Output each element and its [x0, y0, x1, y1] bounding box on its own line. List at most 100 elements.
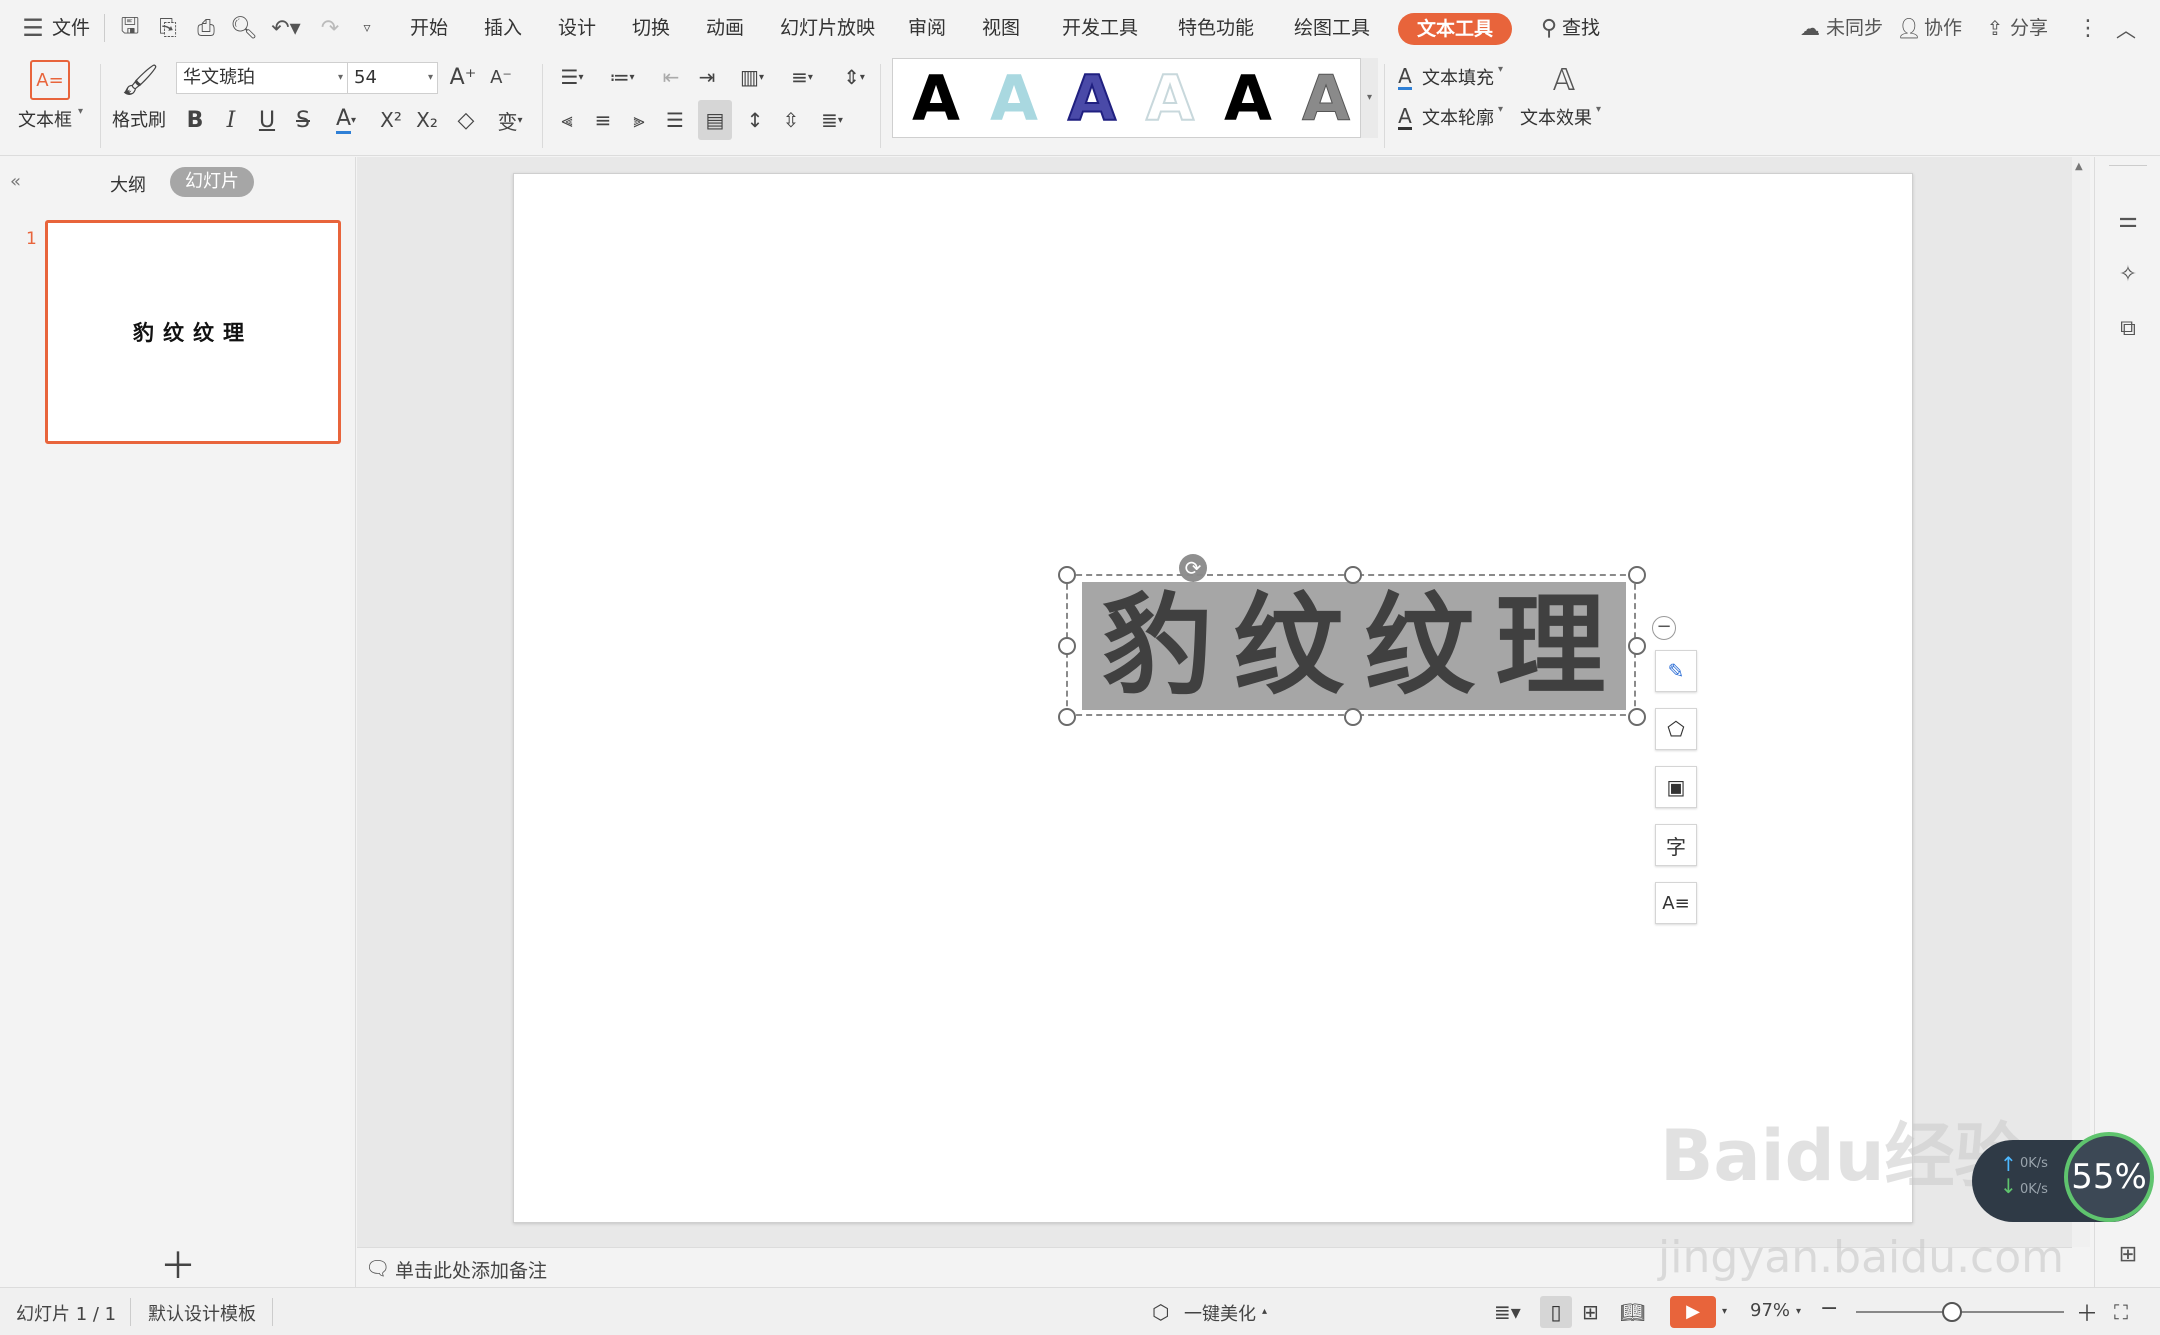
search-label[interactable]: 查找 — [1562, 10, 1600, 46]
clear-format-icon[interactable]: ◇ — [450, 102, 482, 138]
search-icon[interactable]: ⚲ — [1536, 14, 1562, 42]
tab-start[interactable]: 开始 — [410, 10, 448, 46]
resize-handle-se[interactable] — [1628, 708, 1646, 726]
chevron-up-icon[interactable]: ▴ — [1262, 1306, 1267, 1317]
text-effect-button[interactable]: 文本效果 — [1520, 104, 1592, 130]
print-icon[interactable]: ⎙ — [192, 14, 220, 42]
adjust-icon[interactable]: ⚌ — [2109, 201, 2147, 239]
format-painter-button[interactable]: 格式刷 — [112, 106, 166, 132]
resize-handle-w[interactable] — [1058, 637, 1076, 655]
wordart-style-black[interactable]: A — [901, 65, 971, 133]
gallery-expand-icon[interactable]: ▾ — [1360, 58, 1378, 138]
wordart-style-gray[interactable]: A — [1291, 64, 1361, 133]
notes-placeholder[interactable]: 单击此处添加备注 — [395, 1256, 547, 1283]
collapse-panel-icon[interactable]: « — [10, 171, 21, 192]
text-outline-button[interactable]: 文本轮廓 — [1422, 104, 1494, 130]
zoom-in-icon[interactable]: ＋ — [2076, 1296, 2098, 1328]
align-right-icon[interactable]: ⫸ — [624, 102, 654, 138]
tab-slides[interactable]: 幻灯片 — [170, 167, 254, 197]
shape-outline-icon[interactable]: ▣ — [1655, 766, 1697, 808]
decrease-font-icon[interactable]: A⁻ — [486, 62, 516, 92]
paragraph-spacing-icon[interactable]: ⇳ — [776, 102, 806, 138]
hamburger-icon[interactable]: ☰ — [20, 14, 46, 42]
shape-fill-icon[interactable]: ⬠ — [1655, 708, 1697, 750]
chevron-down-icon[interactable]: ▾ — [1498, 104, 1503, 115]
text-format-icon[interactable]: 字 — [1655, 824, 1697, 866]
tab-review[interactable]: 审阅 — [908, 10, 946, 46]
pen-style-icon[interactable]: ✎ — [1655, 650, 1697, 692]
format-painter-icon[interactable]: 🖌︎ — [120, 60, 160, 100]
text-layout-icon[interactable]: A≡ — [1655, 882, 1697, 924]
collab-button[interactable]: 协作 — [1924, 10, 1962, 46]
tab-developer[interactable]: 开发工具 — [1062, 10, 1138, 46]
tab-slideshow[interactable]: 幻灯片放映 — [780, 10, 875, 46]
sync-status[interactable]: 未同步 — [1826, 10, 1883, 46]
font-size-select[interactable]: 54 ▾ — [348, 62, 438, 94]
notes-toggle-icon[interactable]: ≣▾ — [1494, 1300, 1521, 1324]
undo-icon[interactable]: ↶▾ — [268, 14, 304, 42]
phonetic-icon[interactable]: 变 ▾ — [490, 102, 530, 138]
print-preview-icon[interactable]: 🔍︎ — [230, 14, 258, 42]
strikethrough-icon[interactable]: S — [288, 102, 318, 138]
textbox-icon[interactable]: A= — [30, 60, 70, 100]
line-spacing-menu-icon[interactable]: ≡ ▾ — [782, 62, 822, 92]
network-percent[interactable]: 55% — [2064, 1132, 2154, 1222]
subscript-icon[interactable]: X₂ — [412, 102, 442, 138]
tab-text-tools[interactable]: 文本工具 — [1398, 13, 1512, 45]
wordart-style-blue-outline[interactable]: A — [1057, 64, 1127, 134]
textbox-text[interactable]: 豹 纹 纹 理 — [1082, 582, 1626, 710]
magic-icon[interactable]: ✧ — [2109, 255, 2147, 293]
tab-transition[interactable]: 切换 — [632, 10, 670, 46]
italic-icon[interactable]: I — [216, 102, 246, 138]
tab-drawing-tools[interactable]: 绘图工具 — [1294, 10, 1370, 46]
slide[interactable]: ⟳ 豹 纹 纹 理 − ✎ ⬠ ▣ 字 A≡ — [513, 173, 1913, 1223]
align-center-icon[interactable]: ≡ — [588, 102, 618, 138]
tab-view[interactable]: 视图 — [982, 10, 1020, 46]
zoom-level[interactable]: 97% — [1750, 1300, 1790, 1321]
zoom-slider-knob[interactable] — [1942, 1302, 1962, 1322]
vertical-scrollbar[interactable]: ▲ — [2072, 157, 2090, 1247]
increase-indent-icon[interactable]: ⇥ — [692, 62, 722, 92]
align-left-icon[interactable]: ⫷ — [552, 102, 582, 138]
share-button[interactable]: 分享 — [2010, 10, 2048, 46]
sorter-view-icon[interactable]: ⊞ — [1582, 1300, 1599, 1324]
underline-icon[interactable]: U — [252, 102, 282, 138]
grid-icon[interactable]: ⊞ — [2109, 1235, 2147, 1273]
fit-window-icon[interactable]: ⛶ — [2114, 1300, 2128, 1324]
distribute-icon[interactable]: ▤ — [698, 100, 732, 140]
chevron-down-icon[interactable]: ▾ — [1722, 1306, 1727, 1317]
title-textbox[interactable]: 豹 纹 纹 理 — [1058, 566, 1646, 726]
tab-special[interactable]: 特色功能 — [1178, 10, 1254, 46]
file-menu[interactable]: 文件 — [52, 10, 90, 46]
chevron-down-icon[interactable]: ▾ — [1796, 1306, 1801, 1317]
wordart-style-white-outline[interactable]: A — [1135, 64, 1205, 134]
bullet-list-icon[interactable]: ☰ ▾ — [552, 62, 592, 92]
paragraph-settings-icon[interactable]: ≣ ▾ — [812, 102, 852, 138]
play-icon[interactable]: ▶ — [1670, 1296, 1716, 1328]
resize-handle-sw[interactable] — [1058, 708, 1076, 726]
superscript-icon[interactable]: X² — [376, 102, 406, 138]
line-spacing-icon[interactable]: ↕ — [740, 102, 770, 138]
tab-outline[interactable]: 大纲 — [110, 171, 146, 197]
collapse-ribbon-icon[interactable]: ︿ — [2112, 14, 2140, 42]
font-color-icon[interactable]: A ▾ — [326, 102, 366, 138]
columns-icon[interactable]: ▥ ▾ — [732, 62, 772, 92]
bold-icon[interactable]: B — [180, 102, 210, 138]
more-icon[interactable]: ⋮ — [2077, 14, 2099, 42]
normal-view-icon[interactable]: ▯ — [1540, 1296, 1572, 1328]
redo-icon[interactable]: ↷ — [316, 14, 344, 42]
export-icon[interactable]: ⎘ — [154, 14, 182, 42]
slide-thumbnail[interactable]: 豹纹纹理 — [45, 220, 341, 444]
numbered-list-icon[interactable]: ≔ ▾ — [602, 62, 642, 92]
copy-style-icon[interactable]: ⧉ — [2109, 309, 2147, 347]
decrease-indent-icon[interactable]: ⇤ — [656, 62, 686, 92]
resize-handle-e[interactable] — [1628, 637, 1646, 655]
one-click-beautify[interactable]: 一键美化 — [1184, 1300, 1256, 1326]
save-icon[interactable]: 🖫 — [116, 14, 144, 42]
textbox-button[interactable]: 文本框 — [18, 106, 72, 132]
zoom-out-icon[interactable]: − — [1820, 1296, 1838, 1321]
wordart-style-lightblue[interactable]: A — [979, 65, 1049, 133]
scroll-up-icon[interactable]: ▲ — [2075, 161, 2083, 172]
chevron-down-icon[interactable]: ▾ — [1596, 104, 1601, 115]
font-name-select[interactable]: 华文琥珀 ▾ — [176, 62, 348, 94]
